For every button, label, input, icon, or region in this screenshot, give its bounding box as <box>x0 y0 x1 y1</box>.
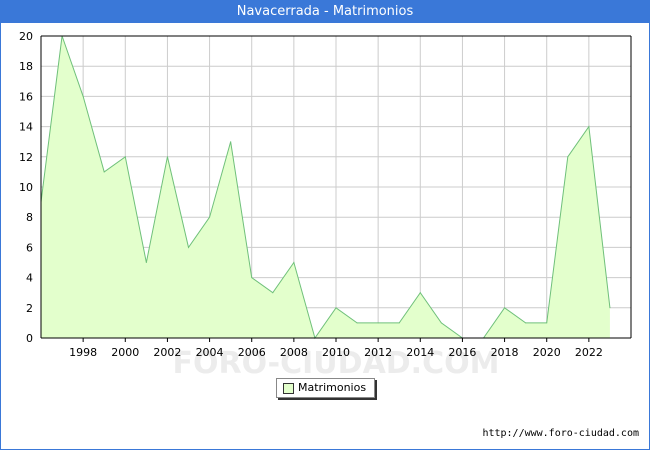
x-tick-label: 2008 <box>280 346 308 359</box>
x-tick-label: 2022 <box>575 346 603 359</box>
y-tick-label: 10 <box>19 181 33 194</box>
data-point <box>82 95 84 97</box>
y-tick-label: 14 <box>19 121 33 134</box>
data-point <box>609 307 611 309</box>
data-point <box>251 277 253 279</box>
data-point <box>419 292 421 294</box>
x-tick-label: 2000 <box>111 346 139 359</box>
y-tick-label: 12 <box>19 151 33 164</box>
y-tick-label: 0 <box>26 332 33 345</box>
x-tick-labels: 1998 2000 2002 2004 2006 2008 2010 2012 2014 2016… <box>69 338 603 359</box>
y-tick-label: 2 <box>26 302 33 315</box>
data-point <box>230 141 232 143</box>
data-point <box>567 156 569 158</box>
x-tick-label: 2006 <box>238 346 266 359</box>
data-point <box>588 126 590 128</box>
data-point <box>209 216 211 218</box>
x-tick-label: 2018 <box>491 346 519 359</box>
x-tick-label: 2016 <box>448 346 476 359</box>
legend-label: Matrimonios <box>298 381 367 394</box>
y-tick-labels: 0 2 4 6 8 10 12 14 16 18 20 <box>19 30 33 345</box>
y-tick-label: 8 <box>26 211 33 224</box>
data-point <box>440 322 442 324</box>
x-tick-label: 2002 <box>153 346 181 359</box>
legend: Matrimonios <box>276 378 375 398</box>
legend-swatch <box>283 383 294 394</box>
x-tick-label: 2012 <box>364 346 392 359</box>
y-tick-label: 6 <box>26 241 33 254</box>
data-point <box>377 322 379 324</box>
x-tick-label: 2014 <box>406 346 434 359</box>
data-point <box>272 292 274 294</box>
data-point <box>504 307 506 309</box>
data-point <box>546 322 548 324</box>
data-point <box>166 156 168 158</box>
data-point <box>188 246 189 248</box>
x-tick-label: 2004 <box>196 346 224 359</box>
data-point <box>293 262 295 263</box>
x-tick-label: 1998 <box>69 346 97 359</box>
x-tick-label: 2020 <box>533 346 561 359</box>
y-tick-label: 4 <box>26 272 33 285</box>
y-tick-label: 18 <box>19 60 33 73</box>
data-point <box>356 322 358 324</box>
y-tick-label: 20 <box>19 30 33 43</box>
chart-frame: Navacerrada - Matrimonios FORO-CIUDAD.CO… <box>0 0 650 450</box>
data-point <box>103 171 105 173</box>
source-link[interactable]: http://www.foro-ciudad.com <box>482 428 639 439</box>
data-point <box>525 322 527 324</box>
data-point <box>335 307 337 309</box>
y-tick-label: 16 <box>19 90 33 103</box>
data-point <box>398 322 400 324</box>
x-tick-label: 2010 <box>322 346 350 359</box>
data-point <box>145 262 147 263</box>
data-point <box>124 156 126 158</box>
